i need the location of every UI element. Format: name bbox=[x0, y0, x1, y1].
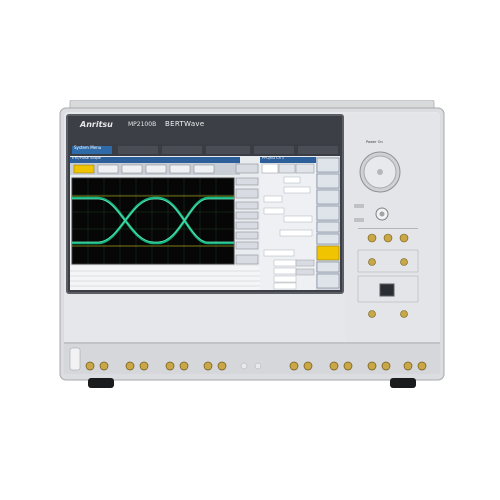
front-power-label: Power On bbox=[366, 140, 383, 144]
right-menu-buttons bbox=[316, 157, 340, 289]
foot-left bbox=[88, 378, 114, 388]
model-label: MP2100B bbox=[128, 121, 157, 128]
foot-right bbox=[390, 378, 416, 388]
control-panel bbox=[346, 114, 440, 368]
instrument-photo bbox=[59, 100, 445, 388]
measurement-table bbox=[70, 266, 260, 290]
brand-logo: Anritsu bbox=[80, 120, 113, 129]
system-menu-tab[interactable]: System Menu bbox=[74, 146, 101, 150]
scope-title: EYE/Pulse Scope bbox=[72, 156, 101, 160]
ppg-title: PPG/ED Ch 1 bbox=[262, 156, 285, 160]
product-name: BERTWave bbox=[165, 120, 205, 128]
eye-diagram-screen bbox=[71, 177, 235, 265]
optical-port bbox=[379, 283, 395, 297]
